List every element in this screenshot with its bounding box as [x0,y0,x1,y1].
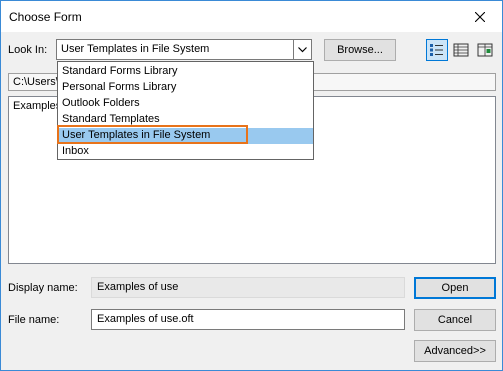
look-in-selected-value: User Templates in File System [61,43,210,55]
advanced-button[interactable]: Advanced>> [414,340,496,362]
file-name-value: Examples of use.oft [97,313,194,325]
large-icons-view-icon[interactable] [426,39,448,61]
dropdown-option-standard-forms-library[interactable]: Standard Forms Library [58,64,313,80]
browse-button[interactable]: Browse... [324,39,396,61]
file-name-label: File name: [8,314,60,326]
title-bar: Choose Form [1,1,502,32]
small-icons-view-icon[interactable] [450,39,472,61]
display-name-field: Examples of use [91,277,405,298]
look-in-label: Look In: [8,44,48,56]
details-view-icon[interactable] [474,39,496,61]
cancel-button[interactable]: Cancel [414,309,496,331]
dropdown-option-inbox[interactable]: Inbox [58,144,313,160]
look-in-dropdown-list[interactable]: Standard Forms Library Personal Forms Li… [57,61,314,160]
close-icon[interactable] [457,1,502,32]
dropdown-option-personal-forms-library[interactable]: Personal Forms Library [58,80,313,96]
browse-button-label: Browse... [337,44,383,56]
folder-path-text: C:\Users\ [13,76,59,88]
dropdown-option-outlook-folders[interactable]: Outlook Folders [58,96,313,112]
display-name-value: Examples of use [97,281,179,293]
advanced-button-label: Advanced>> [424,345,486,357]
dropdown-option-standard-templates[interactable]: Standard Templates [58,112,313,128]
open-button[interactable]: Open [414,277,496,299]
open-button-label: Open [441,282,469,294]
dropdown-option-user-templates[interactable]: User Templates in File System [58,128,313,144]
look-in-combobox[interactable]: User Templates in File System [56,39,312,60]
chevron-down-icon[interactable] [293,40,311,59]
cancel-button-label: Cancel [437,314,473,326]
display-name-label: Display name: [8,282,78,294]
file-name-input[interactable]: Examples of use.oft [91,309,405,330]
window-title: Choose Form [9,10,82,24]
choose-form-dialog: Choose Form Look In: User Templates in F… [0,0,503,371]
